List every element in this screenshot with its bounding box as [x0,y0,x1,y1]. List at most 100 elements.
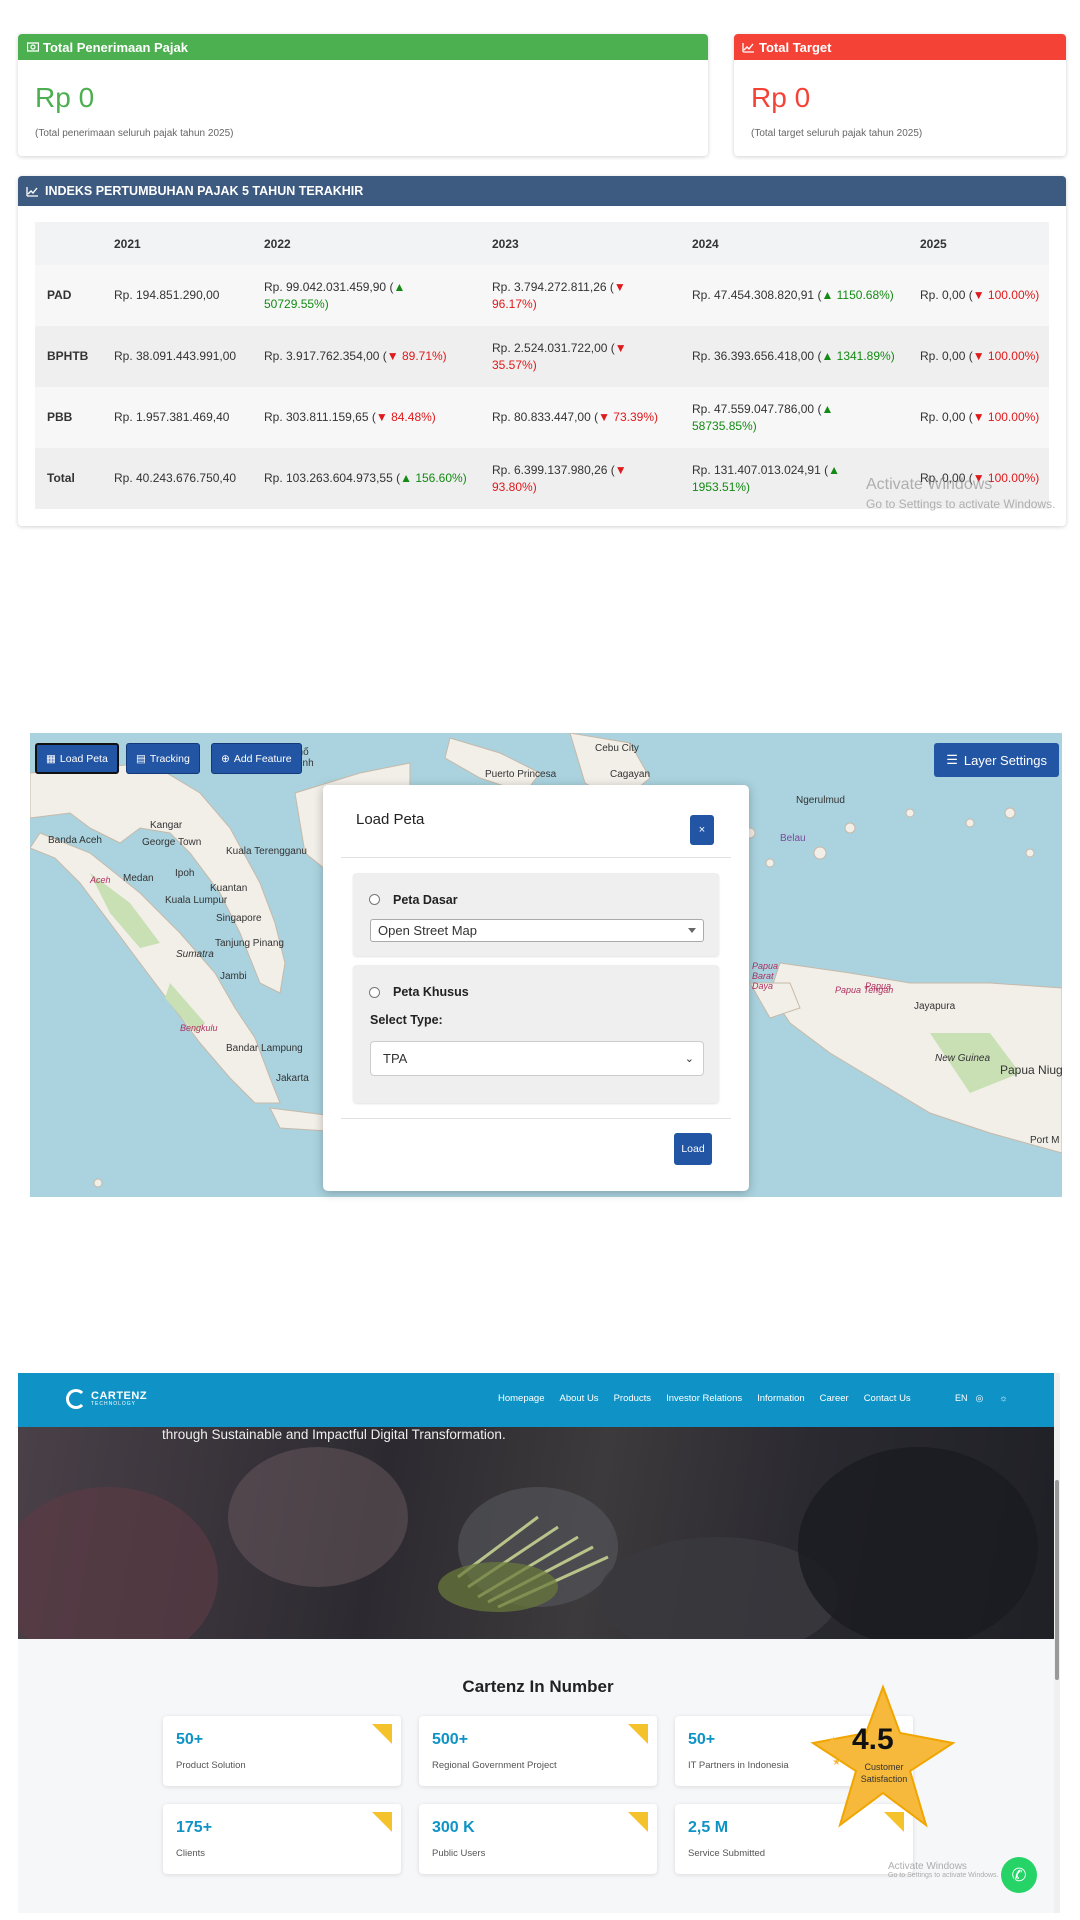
cell-value: Rp. 47.454.308.820,91 ( [692,288,822,302]
base-map-panel: Peta Dasar Open Street Map [353,873,719,956]
row-label: BPHTB [35,326,102,387]
corner-accent [372,1724,392,1744]
map-label: Singapore [216,913,262,924]
watermark-title: Activate Windows [866,476,993,493]
stat-value: 50+ [176,1731,204,1748]
growth-down-indicator: ▼ 73.39%) [598,410,658,424]
stat-label: Public Users [432,1848,486,1859]
stat-value: 50+ [688,1731,716,1748]
stat-value: 300 K [432,1819,475,1836]
add-feature-label: Add Feature [233,752,292,765]
column-header: 2024 [680,222,908,265]
map-icon: ▦ [46,752,56,765]
table-cell: Rp. 38.091.443.991,00 [102,326,252,387]
table-cell: Rp. 40.243.676.750,40 [102,448,252,509]
stat-label: Clients [176,1848,206,1859]
globe-icon[interactable]: ◎ [976,1393,984,1404]
map-label: Puerto Princesa [485,769,557,780]
cartenz-logo[interactable]: CARTENZ TECHNOLOGY [66,1389,147,1409]
table-cell: Rp. 194.851.290,00 [102,265,252,326]
nav-contact-us[interactable]: Contact Us [864,1393,911,1404]
layer-settings-button[interactable]: ☰ Layer Settings [934,743,1059,777]
table-cell: Rp. 3.917.762.354,00 (▼ 89.71%) [252,326,480,387]
row-label: PBB [35,387,102,448]
map-label: Sumatra [176,949,214,960]
language-switch[interactable]: EN [955,1393,968,1404]
table-header-row: 2021 2022 2023 2024 2025 [35,222,1049,265]
total-target-value: Rp 0 [751,82,811,113]
hero-text: through Sustainable and Impactful Digita… [162,1427,506,1442]
caret-down-icon [688,928,696,933]
table-cell: Rp. 1.957.381.469,40 [102,387,252,448]
tax-growth-index-title: INDEKS PERTUMBUHAN PAJAK 5 TAHUN TERAKHI… [45,184,364,198]
nav-about-us[interactable]: About Us [559,1393,598,1404]
table-cell: Rp. 47.559.047.786,00 (▲ 58735.85%) [680,387,908,448]
menu-icon: ☰ [946,752,958,767]
table-cell: Rp. 3.794.272.811,26 (▼ 96.17%) [480,265,680,326]
base-map-select[interactable]: Open Street Map [370,919,704,942]
nav-investor-relations[interactable]: Investor Relations [666,1393,742,1404]
cell-value: Rp. 47.559.047.786,00 ( [692,401,822,416]
cell-value: Rp. 99.042.031.459,90 ( [264,279,394,294]
map-label: Jakarta [276,1073,309,1084]
load-peta-button[interactable]: ▦ Load Peta [35,743,119,774]
base-map-select-value: Open Street Map [378,923,477,938]
modal-title: Load Peta [356,811,425,828]
column-header [35,222,102,265]
stat-card: 500+ Regional Government Project [419,1716,657,1786]
map-label: Kuantan [210,883,248,894]
map-label: Papua [865,981,892,991]
cell-value: Rp. 303.811.159,65 ( [264,410,376,424]
table-cell: Rp. 0,00 (▼ 100.00%) [908,326,1049,387]
cell-value: Rp. 1.957.381.469,40 [114,410,230,424]
money-icon [26,41,39,54]
map-label: Kuala Terengganu [226,846,307,857]
map-label: Banda Aceh [48,835,102,846]
table-cell: Rp. 0,00 (▼ 100.00%) [908,387,1049,448]
svg-text:★: ★ [832,1757,841,1768]
table-cell: Rp. 2.524.031.722,00 (▼ 35.57%) [480,326,680,387]
line-chart-icon [26,185,39,198]
chevron-down-icon: ⌄ [684,1053,694,1065]
column-header: 2023 [480,222,680,265]
load-button[interactable]: Load [674,1133,712,1165]
tax-growth-table: 2021 2022 2023 2024 2025 PAD Rp. 194.851.… [35,222,1049,509]
map-label: Bandar Lampung [226,1043,303,1054]
line-chart-icon [742,41,755,54]
growth-down-indicator: ▼ 84.48%) [375,410,436,424]
cell-value: Rp. 6.399.137.980,26 ( [492,462,615,477]
map-label: Medan [123,873,154,884]
scrollbar-thumb[interactable] [1055,1480,1059,1680]
map-label: Bengkulu [180,1023,218,1033]
modal-close-button[interactable]: × [690,815,714,845]
add-feature-button[interactable]: ⊕ Add Feature [211,743,302,774]
nav-career[interactable]: Career [820,1393,849,1404]
map-label: Papua Niug [1000,1063,1062,1077]
nav-products[interactable]: Products [614,1393,652,1404]
cell-value: Rp. 3.794.272.811,26 ( [492,279,614,294]
nav-information[interactable]: Information [757,1393,805,1404]
map-label: George Town [142,837,202,848]
table-cell: Rp. 47.454.308.820,91 (▲ 1150.68%) [680,265,908,326]
map-label: Tanjung Pinang [215,938,284,949]
map-label: New Guinea [935,1053,991,1064]
tracking-button[interactable]: ▤ Tracking [126,743,200,774]
logo-name: CARTENZ [91,1390,148,1402]
table-cell: Rp. 303.811.159,65 (▼ 84.48%) [252,387,480,448]
row-label: Total [35,448,102,509]
base-map-radio[interactable] [369,894,380,905]
stat-value: 2,5 M [688,1819,729,1836]
cell-value: Rp. 3.917.762.354,00 ( [264,349,387,363]
special-map-radio[interactable] [369,987,380,998]
rating-star-badge: ★ ★ [810,1684,956,1828]
layer-settings-label: Layer Settings [963,752,1047,768]
total-target-header: Total Target [734,34,1066,60]
select-type-dropdown[interactable]: TPA ⌄ [370,1041,704,1076]
cell-value: Rp. 103.263.604.973,55 ( [264,471,401,485]
map-label: Ngerulmud [796,795,845,806]
whatsapp-chat-button[interactable]: ✆ [1001,1857,1037,1893]
nav-homepage[interactable]: Homepage [498,1393,544,1404]
whatsapp-icon: ✆ [1011,1864,1027,1885]
sun-icon[interactable]: ☼ [999,1393,1007,1404]
map-label: Papua Barat Daya [752,961,779,991]
